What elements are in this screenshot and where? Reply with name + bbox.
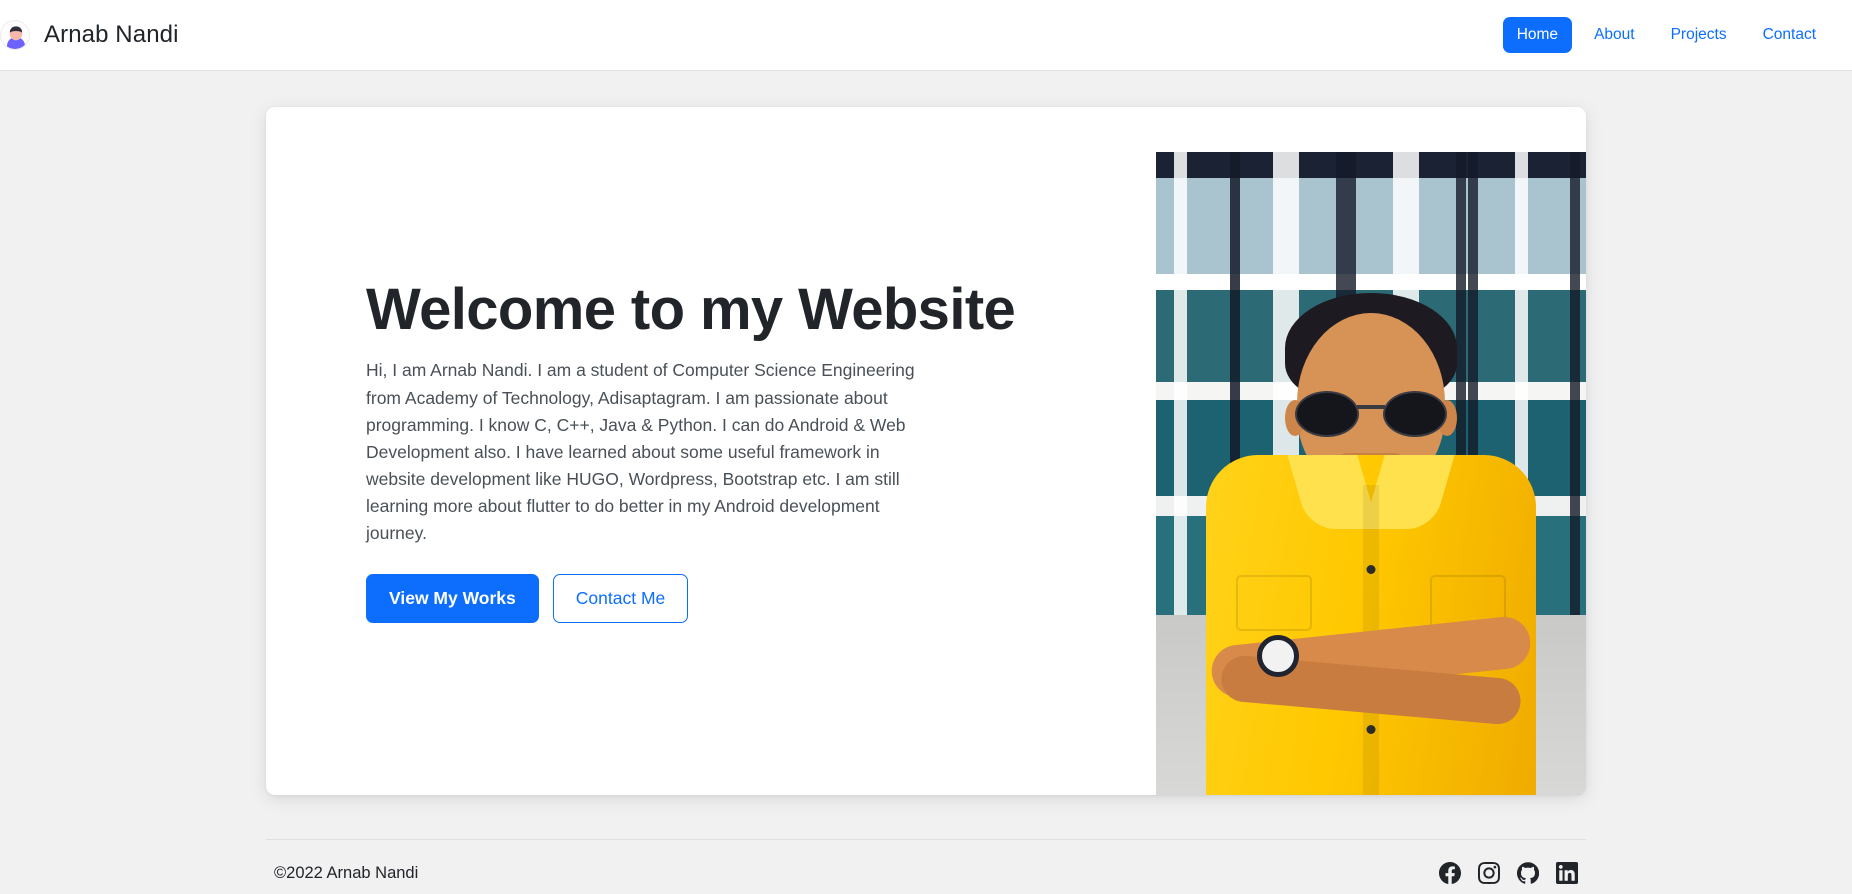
contact-me-button[interactable]: Contact Me <box>552 574 689 624</box>
copyright-text: ©2022 Arnab Nandi <box>274 863 419 882</box>
nav-link-home[interactable]: Home <box>1502 17 1573 53</box>
sunglasses-icon <box>1295 391 1447 437</box>
brand-name: Arnab Nandi <box>44 21 179 48</box>
primary-nav: Home About Projects Contact <box>1502 17 1830 53</box>
nav-link-contact[interactable]: Contact <box>1749 17 1830 53</box>
hero-card: Welcome to my Website Hi, I am Arnab Nan… <box>266 107 1586 795</box>
site-header: Arnab Nandi Home About Projects Contact <box>0 0 1852 71</box>
social-links <box>1439 862 1578 884</box>
person-figure <box>1201 235 1541 795</box>
github-icon[interactable] <box>1517 862 1539 884</box>
linkedin-icon[interactable] <box>1556 862 1578 884</box>
footer-wrapper: ©2022 Arnab Nandi <box>266 839 1586 884</box>
hero-photo-column <box>1156 107 1586 795</box>
profile-photo <box>1156 152 1586 795</box>
view-my-works-button[interactable]: View My Works <box>366 574 539 624</box>
facebook-icon[interactable] <box>1439 862 1461 884</box>
site-footer: ©2022 Arnab Nandi <box>266 840 1586 884</box>
nav-link-about[interactable]: About <box>1580 17 1649 53</box>
brand[interactable]: Arnab Nandi <box>0 20 179 50</box>
page-title: Welcome to my Website <box>366 276 1016 342</box>
user-avatar-icon <box>0 20 30 50</box>
hero-text-column: Welcome to my Website Hi, I am Arnab Nan… <box>266 107 1156 795</box>
instagram-icon[interactable] <box>1478 862 1500 884</box>
hero-actions: View My Works Contact Me <box>366 574 1156 624</box>
hero-description: Hi, I am Arnab Nandi. I am a student of … <box>366 360 915 544</box>
shirt-pocket-left <box>1236 575 1312 631</box>
wristwatch <box>1257 635 1299 677</box>
nav-link-projects[interactable]: Projects <box>1657 17 1741 53</box>
page-body: Welcome to my Website Hi, I am Arnab Nan… <box>0 107 1852 884</box>
